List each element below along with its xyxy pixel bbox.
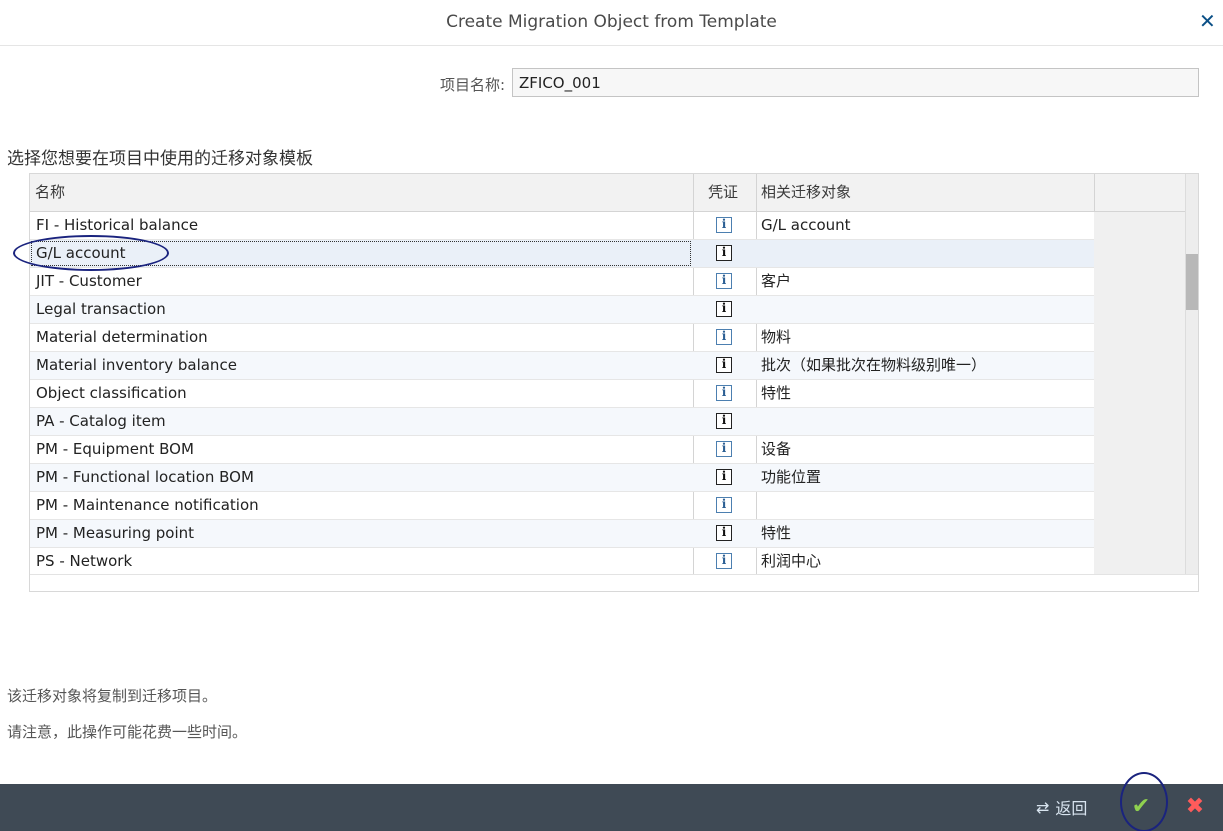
- template-table: 名称 凭证 相关迁移对象 FI - Historical balance i G/L…: [13, 173, 1199, 592]
- project-name-label: 项目名称:: [440, 76, 506, 94]
- cell-doc: i: [693, 464, 756, 491]
- cell-name: PM - Maintenance notification: [36, 496, 259, 514]
- table-body: FI - Historical balance i G/L account G/L a…: [13, 212, 1094, 576]
- cell-doc: i: [693, 436, 756, 463]
- table-row[interactable]: JIT - Customer i 客户: [30, 268, 1094, 296]
- cell-related: 物料: [761, 328, 792, 346]
- project-name-input[interactable]: [512, 68, 1199, 97]
- migration-dialog: Create Migration Object from Template ✕ …: [0, 0, 1223, 831]
- cell-related: 功能位置: [761, 468, 822, 486]
- scrollbar-thumb[interactable]: [1186, 254, 1198, 310]
- cell-related: 客户: [761, 272, 792, 290]
- cell-doc: i: [693, 548, 756, 575]
- dialog-footer: ⇄ 返回 ✔ ✖: [0, 772, 1223, 831]
- info-icon[interactable]: i: [716, 497, 732, 513]
- cell-related: 设备: [761, 440, 792, 458]
- cell-name: PS - Network: [36, 552, 133, 570]
- cell-name: PM - Measuring point: [36, 524, 195, 542]
- cell-doc: i: [693, 492, 756, 519]
- close-icon[interactable]: ✕: [1199, 11, 1217, 31]
- back-button-label: 返回: [1055, 799, 1088, 818]
- cell-related: 利润中心: [761, 552, 822, 570]
- column-header-name[interactable]: 名称: [35, 174, 65, 211]
- info-icon[interactable]: i: [716, 329, 732, 345]
- table-row[interactable]: PM - Measuring point i 特性: [30, 520, 1094, 548]
- column-header-related[interactable]: 相关迁移对象: [761, 174, 851, 211]
- vertical-scrollbar[interactable]: [1185, 174, 1198, 574]
- table-row[interactable]: FI - Historical balance i G/L account: [30, 212, 1094, 240]
- back-icon: ⇄: [1036, 797, 1050, 817]
- info-icon[interactable]: i: [716, 301, 732, 317]
- cell-name: JIT - Customer: [36, 272, 142, 290]
- info-icon[interactable]: i: [716, 441, 732, 457]
- cell-doc: i: [693, 324, 756, 351]
- checkmark-icon[interactable]: ✔: [1128, 792, 1154, 822]
- cell-name: Legal transaction: [36, 300, 166, 318]
- dialog-header: Create Migration Object from Template ✕: [0, 0, 1223, 46]
- table-row[interactable]: PM - Functional location BOM i 功能位置: [30, 464, 1094, 492]
- info-icon[interactable]: i: [716, 385, 732, 401]
- cell-doc: i: [693, 296, 756, 323]
- info-icon[interactable]: i: [716, 413, 732, 429]
- focus-outline: [31, 241, 691, 266]
- cell-related: 特性: [761, 524, 792, 542]
- cell-doc: i: [693, 268, 756, 295]
- cell-related: 批次（如果批次在物料级别唯一）: [761, 356, 987, 374]
- table-row[interactable]: G/L account i: [13, 235, 1094, 271]
- horizontal-scrollbar[interactable]: [30, 574, 1198, 591]
- cell-name: PM - Equipment BOM: [36, 440, 194, 458]
- info-icon[interactable]: i: [716, 217, 732, 233]
- info-icon[interactable]: i: [716, 525, 732, 541]
- section-title: 选择您想要在项目中使用的迁移对象模板: [7, 149, 313, 169]
- info-icon[interactable]: i: [716, 357, 732, 373]
- info-icon[interactable]: i: [716, 245, 732, 261]
- info-icon[interactable]: i: [716, 469, 732, 485]
- table-row[interactable]: PS - Network i 利润中心: [30, 548, 1094, 576]
- back-button[interactable]: ⇄ 返回: [1036, 794, 1087, 820]
- table-row[interactable]: Material inventory balance i 批次（如果批次在物料级别唯…: [30, 352, 1094, 380]
- empty-column: [1094, 212, 1185, 574]
- table-row[interactable]: PA - Catalog item i: [30, 408, 1094, 436]
- dialog-title: Create Migration Object from Template: [446, 12, 777, 32]
- table-row[interactable]: Material determination i 物料: [30, 324, 1094, 352]
- cell-name: FI - Historical balance: [36, 216, 199, 234]
- column-header-doc[interactable]: 凭证: [708, 174, 738, 211]
- cell-doc: i: [693, 520, 756, 547]
- cell-doc: i: [693, 352, 756, 379]
- table-row[interactable]: Object classification i 特性: [30, 380, 1094, 408]
- table-row[interactable]: PM - Equipment BOM i 设备: [30, 436, 1094, 464]
- info-icon[interactable]: i: [716, 273, 732, 289]
- cell-name: PM - Functional location BOM: [36, 468, 254, 486]
- column-divider: [1094, 174, 1095, 212]
- info-icon[interactable]: i: [716, 553, 732, 569]
- table-header: 名称 凭证 相关迁移对象: [30, 174, 1198, 212]
- cell-doc: i: [693, 240, 756, 267]
- cancel-icon[interactable]: ✖: [1183, 792, 1207, 822]
- info-note-time: 请注意，此操作可能花费一些时间。: [7, 723, 248, 741]
- cell-related: G/L account: [761, 216, 851, 234]
- table-row[interactable]: Legal transaction i: [30, 296, 1094, 324]
- cell-doc: i: [693, 212, 756, 239]
- cell-related: 特性: [761, 384, 792, 402]
- cell-name: Object classification: [36, 384, 187, 402]
- cell-doc: i: [693, 380, 756, 407]
- cell-name: Material inventory balance: [36, 356, 237, 374]
- cell-name: PA - Catalog item: [36, 412, 166, 430]
- cell-doc: i: [693, 408, 756, 435]
- info-note-copy: 该迁移对象将复制到迁移项目。: [7, 687, 218, 705]
- table-row[interactable]: PM - Maintenance notification i: [30, 492, 1094, 520]
- cell-name: Material determination: [36, 328, 208, 346]
